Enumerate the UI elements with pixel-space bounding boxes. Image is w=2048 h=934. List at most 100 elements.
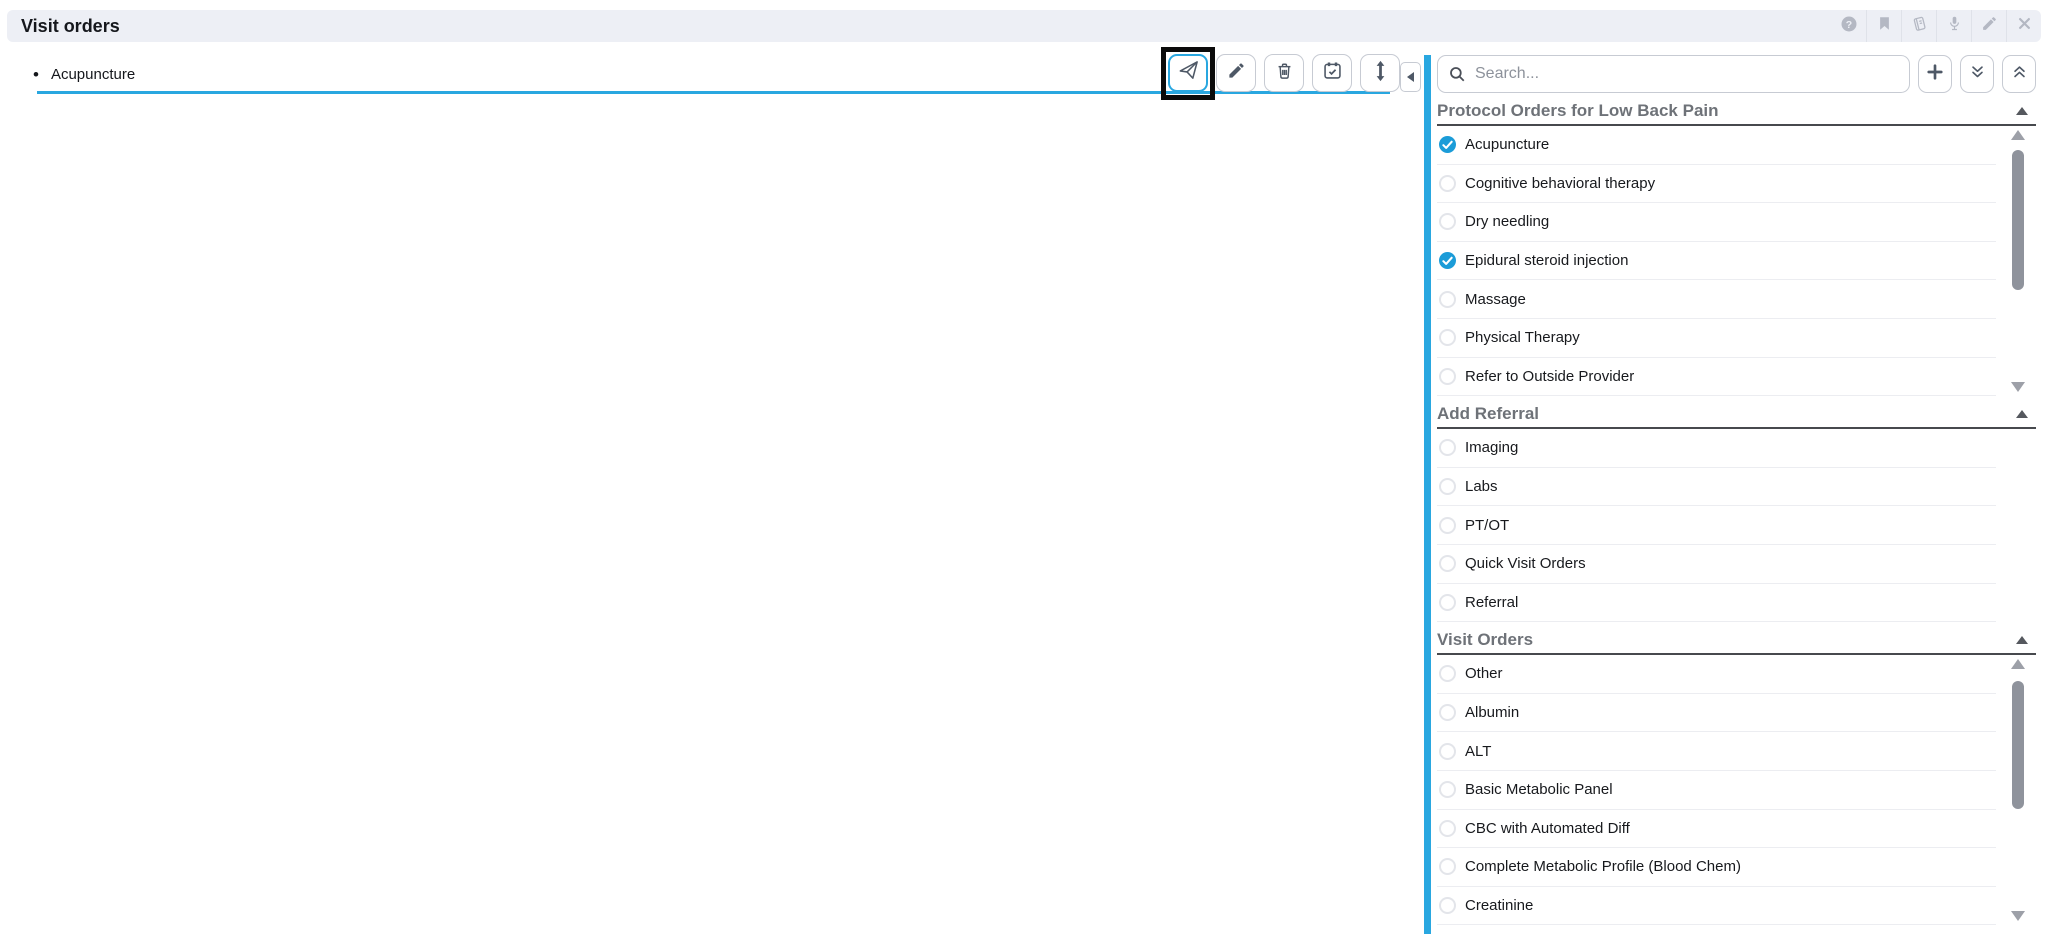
list-item[interactable]: CBC with Automated Diff xyxy=(1437,810,1996,849)
title-bar: Visit orders ? xyxy=(7,10,2041,42)
radio-icon xyxy=(1439,555,1456,572)
plus-icon xyxy=(1925,62,1945,87)
list-item-label: Albumin xyxy=(1465,704,1519,721)
scroll-thumb[interactable] xyxy=(2012,150,2024,290)
radio-icon xyxy=(1439,213,1456,230)
scroll-up-icon[interactable] xyxy=(2011,130,2025,140)
list-item[interactable]: Cognitive behavioral therapy xyxy=(1437,165,1996,204)
list-item-label: Refer to Outside Provider xyxy=(1465,368,1634,385)
close-icon xyxy=(2017,16,2032,36)
radio-icon xyxy=(1439,781,1456,798)
search-input[interactable] xyxy=(1437,55,1910,93)
book-button[interactable] xyxy=(1901,10,1936,42)
list-item[interactable]: Acupuncture xyxy=(1437,126,1996,165)
help-button[interactable]: ? xyxy=(1831,10,1866,42)
search-icon xyxy=(1448,65,1466,83)
list-scrollbar[interactable] xyxy=(2010,130,2026,392)
bookmark-button[interactable] xyxy=(1866,10,1901,42)
edit-button[interactable] xyxy=(1971,10,2006,42)
radio-icon xyxy=(1439,665,1456,682)
list-item-label: Acupuncture xyxy=(1465,136,1549,153)
double-chevron-up-icon xyxy=(2010,63,2029,86)
resize-vertical-icon xyxy=(1374,60,1387,87)
list-item[interactable]: Referral xyxy=(1437,584,1996,623)
radio-icon xyxy=(1439,291,1456,308)
titlebar-icon-group: ? xyxy=(1831,10,2041,42)
scroll-down-icon[interactable] xyxy=(2011,911,2025,921)
radio-icon xyxy=(1439,517,1456,534)
list-item[interactable]: Physical Therapy xyxy=(1437,319,1996,358)
visit-orders-list: Other Albumin ALT Basic Metabolic Panel … xyxy=(1437,655,2036,925)
delete-order-button[interactable] xyxy=(1264,54,1304,92)
bookmark-icon xyxy=(1877,15,1892,37)
list-item[interactable]: Basic Metabolic Panel xyxy=(1437,771,1996,810)
list-item-label: Physical Therapy xyxy=(1465,329,1580,346)
search-field-wrap xyxy=(1437,55,1910,93)
list-item[interactable]: Creatinine xyxy=(1437,887,1996,926)
bullet-icon: • xyxy=(33,66,39,83)
section-header-protocol-orders[interactable]: Protocol Orders for Low Back Pain xyxy=(1437,97,2036,126)
radio-icon xyxy=(1439,329,1456,346)
list-item[interactable]: Epidural steroid injection xyxy=(1437,242,1996,281)
list-item-label: ALT xyxy=(1465,743,1491,760)
list-item-label: Imaging xyxy=(1465,439,1518,456)
list-item[interactable]: ALT xyxy=(1437,732,1996,771)
list-item[interactable]: Massage xyxy=(1437,280,1996,319)
list-item-label: Massage xyxy=(1465,291,1526,308)
radio-icon xyxy=(1439,175,1456,192)
radio-icon xyxy=(1439,368,1456,385)
radio-icon xyxy=(1439,704,1456,721)
send-button[interactable] xyxy=(1168,54,1208,92)
collapse-section-icon[interactable] xyxy=(2016,107,2028,115)
list-item[interactable]: Dry needling xyxy=(1437,203,1996,242)
list-item[interactable]: Other xyxy=(1437,655,1996,694)
expand-all-button[interactable] xyxy=(1960,55,1994,93)
list-item-label: Complete Metabolic Profile (Blood Chem) xyxy=(1465,858,1741,875)
list-scrollbar[interactable] xyxy=(2010,659,2026,921)
schedule-order-button[interactable] xyxy=(1312,54,1352,92)
help-icon: ? xyxy=(1840,15,1858,38)
list-item-label: Referral xyxy=(1465,594,1518,611)
panel-toolbar xyxy=(1437,55,2036,93)
list-item[interactable]: Refer to Outside Provider xyxy=(1437,358,1996,397)
list-item[interactable]: Imaging xyxy=(1437,429,1996,468)
book-icon xyxy=(1910,15,1929,38)
microphone-button[interactable] xyxy=(1936,10,1971,42)
svg-text:?: ? xyxy=(1845,18,1851,30)
list-item[interactable]: PT/OT xyxy=(1437,506,1996,545)
radio-icon xyxy=(1439,136,1456,153)
scroll-up-icon[interactable] xyxy=(2011,659,2025,669)
list-item[interactable]: Quick Visit Orders xyxy=(1437,545,1996,584)
orders-panel: Protocol Orders for Low Back Pain Acupun… xyxy=(1424,55,2048,934)
close-button[interactable] xyxy=(2006,10,2041,42)
panel-collapse-handle[interactable] xyxy=(1400,62,1421,92)
add-order-button[interactable] xyxy=(1918,55,1952,93)
resize-order-button[interactable] xyxy=(1360,54,1400,92)
calendar-check-icon xyxy=(1322,60,1343,86)
section-title: Protocol Orders for Low Back Pain xyxy=(1437,101,1719,121)
list-item[interactable]: Complete Metabolic Profile (Blood Chem) xyxy=(1437,848,1996,887)
list-item[interactable]: Albumin xyxy=(1437,694,1996,733)
edit-order-button[interactable] xyxy=(1216,54,1256,92)
list-item-label: Basic Metabolic Panel xyxy=(1465,781,1613,798)
page-title: Visit orders xyxy=(21,16,120,37)
collapse-section-icon[interactable] xyxy=(2016,410,2028,418)
microphone-icon xyxy=(1946,14,1963,38)
section-header-add-referral[interactable]: Add Referral xyxy=(1437,400,2036,429)
collapse-all-button[interactable] xyxy=(2002,55,2036,93)
radio-icon xyxy=(1439,594,1456,611)
radio-icon xyxy=(1439,743,1456,760)
pencil-icon xyxy=(1981,15,1998,37)
section-header-visit-orders[interactable]: Visit Orders xyxy=(1437,626,2036,655)
collapse-section-icon[interactable] xyxy=(2016,636,2028,644)
list-item-label: PT/OT xyxy=(1465,517,1509,534)
visit-order-entry[interactable]: • Acupuncture xyxy=(33,62,135,86)
list-item-label: Dry needling xyxy=(1465,213,1549,230)
send-icon xyxy=(1177,59,1200,87)
radio-icon xyxy=(1439,897,1456,914)
scroll-thumb[interactable] xyxy=(2012,681,2024,809)
radio-icon xyxy=(1439,252,1456,269)
list-item[interactable]: Labs xyxy=(1437,468,1996,507)
scroll-down-icon[interactable] xyxy=(2011,382,2025,392)
list-item-label: Creatinine xyxy=(1465,897,1533,914)
